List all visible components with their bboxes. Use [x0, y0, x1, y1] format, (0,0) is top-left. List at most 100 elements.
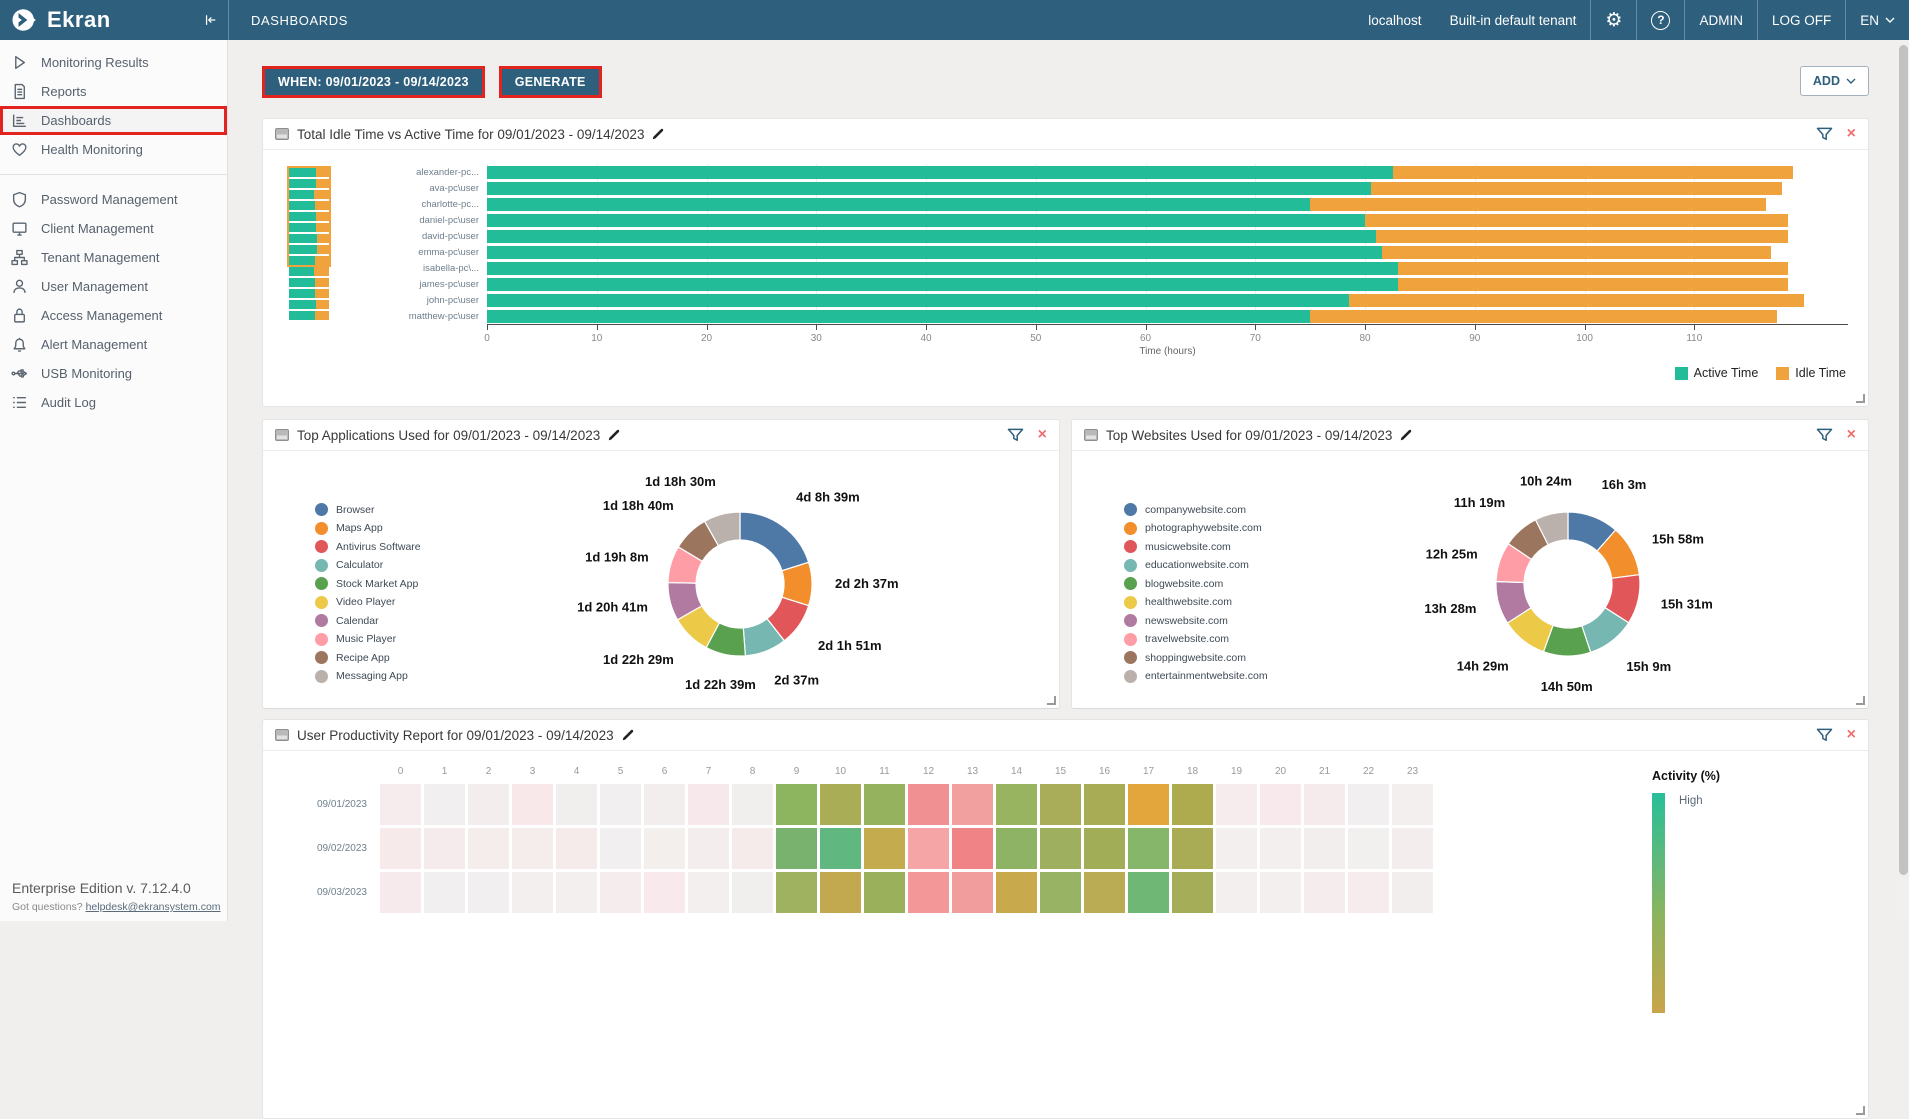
legend-dot [1124, 522, 1137, 535]
donut-legend-item[interactable]: Recipe App [315, 651, 421, 664]
donut-legend-item[interactable]: Calendar [315, 614, 421, 627]
sidebar-item-monitoring-results[interactable]: Monitoring Results [0, 48, 227, 77]
donut-legend-item[interactable]: entertainmentwebsite.com [1124, 670, 1268, 683]
idle-time-bar[interactable] [1365, 214, 1788, 227]
donut-legend-item[interactable]: healthwebsite.com [1124, 596, 1268, 609]
idle-time-bar[interactable] [1310, 310, 1776, 323]
add-widget-button[interactable]: ADD [1800, 66, 1869, 96]
settings-button[interactable]: ⚙ [1591, 0, 1636, 40]
panel-user-productivity: User Productivity Report for 09/01/2023 … [262, 719, 1869, 1119]
generate-button[interactable]: GENERATE [499, 66, 602, 98]
idle-time-bar[interactable] [1398, 278, 1788, 291]
minimap-selection[interactable] [287, 166, 331, 267]
donut-legend-item[interactable]: musicwebsite.com [1124, 540, 1268, 553]
donut-legend-item[interactable]: Calculator [315, 559, 421, 572]
donut-slice-browser[interactable] [740, 512, 809, 571]
logoff-button[interactable]: LOG OFF [1758, 0, 1845, 40]
close-icon[interactable]: × [1847, 126, 1856, 142]
active-time-bar[interactable] [487, 278, 1398, 291]
edit-pencil-icon[interactable] [607, 428, 621, 442]
idle-time-bar[interactable] [1349, 294, 1804, 307]
bar-row: isabella-pc\... [395, 260, 1848, 276]
scrollbar-thumb[interactable] [1899, 45, 1908, 875]
sidebar-item-usb-monitoring[interactable]: USB Monitoring [0, 359, 227, 388]
collapse-left-icon[interactable] [203, 13, 218, 27]
minimap-row [289, 311, 329, 320]
active-time-bar[interactable] [487, 182, 1371, 195]
close-icon[interactable]: × [1038, 427, 1047, 443]
donut-legend-item[interactable]: blogwebsite.com [1124, 577, 1268, 590]
heatmap-cell [380, 872, 421, 913]
sidebar-item-alert-management[interactable]: Alert Management [0, 330, 227, 359]
donut-legend: Browser Maps App Antivirus Software Calcula… [315, 503, 421, 709]
idle-time-bar[interactable] [1398, 262, 1788, 275]
helpdesk-link[interactable]: helpdesk@ekransystem.com [86, 901, 221, 913]
active-time-bar[interactable] [487, 198, 1310, 211]
sidebar-item-client-management[interactable]: Client Management [0, 214, 227, 243]
sidebar-item-audit-log[interactable]: Audit Log [0, 388, 227, 417]
donut-legend-item[interactable]: Stock Market App [315, 577, 421, 590]
sidebar-item-tenant-management[interactable]: Tenant Management [0, 243, 227, 272]
donut-legend-item[interactable]: companywebsite.com [1124, 503, 1268, 516]
host-label: localhost [1354, 0, 1435, 40]
user-menu[interactable]: ADMIN [1685, 0, 1757, 40]
active-time-bar[interactable] [487, 294, 1349, 307]
heatmap-cell [1084, 784, 1125, 825]
slice-value-label: 12h 25m [1425, 547, 1477, 562]
donut-legend-item[interactable]: Browser [315, 503, 421, 516]
sidebar-item-label: Dashboards [41, 113, 111, 128]
edit-pencil-icon[interactable] [1399, 428, 1413, 442]
language-selector[interactable]: EN [1846, 0, 1909, 40]
axis-tick [1365, 325, 1366, 330]
idle-time-bar[interactable] [1310, 198, 1765, 211]
donut-legend-item[interactable]: photographywebsite.com [1124, 522, 1268, 535]
edit-pencil-icon[interactable] [651, 127, 665, 141]
sidebar-item-health-monitoring[interactable]: Health Monitoring [0, 135, 227, 164]
active-time-bar[interactable] [487, 262, 1398, 275]
active-time-bar[interactable] [487, 166, 1393, 179]
donut-legend-item[interactable]: travelwebsite.com [1124, 633, 1268, 646]
filter-funnel-icon[interactable] [1816, 127, 1833, 142]
sidebar-item-password-management[interactable]: Password Management [0, 185, 227, 214]
donut-legend-item[interactable]: newswebsite.com [1124, 614, 1268, 627]
idle-time-bar[interactable] [1376, 230, 1788, 243]
when-date-range-button[interactable]: WHEN: 09/01/2023 - 09/14/2023 [262, 66, 485, 98]
legend-dot [315, 596, 328, 609]
donut-legend-item[interactable]: Maps App [315, 522, 421, 535]
close-icon[interactable]: × [1847, 427, 1856, 443]
donut-legend-item[interactable]: shoppingwebsite.com [1124, 651, 1268, 664]
bar-track [487, 246, 1848, 259]
filter-funnel-icon[interactable] [1816, 728, 1833, 743]
filter-funnel-icon[interactable] [1007, 428, 1024, 443]
active-time-bar[interactable] [487, 214, 1365, 227]
help-button[interactable]: ? [1637, 0, 1684, 40]
active-time-bar[interactable] [487, 246, 1382, 259]
donut-legend-item[interactable]: Antivirus Software [315, 540, 421, 553]
donut-legend-item[interactable]: Messaging App [315, 670, 421, 683]
donut-legend-item[interactable]: Music Player [315, 633, 421, 646]
chart-minimap[interactable] [289, 168, 335, 357]
donut-legend-item[interactable]: Video Player [315, 596, 421, 609]
heatmap-cell [644, 784, 685, 825]
sidebar-item-dashboards[interactable]: Dashboards [0, 106, 227, 135]
heatmap-cell [952, 872, 993, 913]
legend-item[interactable]: Active Time [1675, 366, 1759, 380]
sidebar-item-reports[interactable]: Reports [0, 77, 227, 106]
donut-legend-item[interactable]: educationwebsite.com [1124, 559, 1268, 572]
heatmap-hour-label: 7 [688, 763, 729, 781]
sidebar-item-access-management[interactable]: Access Management [0, 301, 227, 330]
idle-time-bar[interactable] [1382, 246, 1772, 259]
ekran-logo-icon [12, 7, 40, 33]
active-time-bar[interactable] [487, 230, 1376, 243]
brand-name: Ekran [47, 7, 203, 33]
idle-time-bar[interactable] [1393, 166, 1794, 179]
bar-category-label: matthew-pc\user [395, 311, 487, 322]
active-time-bar[interactable] [487, 310, 1310, 323]
legend-label: healthwebsite.com [1145, 596, 1232, 608]
edit-pencil-icon[interactable] [621, 728, 635, 742]
sidebar-item-user-management[interactable]: User Management [0, 272, 227, 301]
filter-funnel-icon[interactable] [1816, 428, 1833, 443]
idle-time-bar[interactable] [1371, 182, 1783, 195]
close-icon[interactable]: × [1847, 727, 1856, 743]
legend-item[interactable]: Idle Time [1776, 366, 1846, 380]
